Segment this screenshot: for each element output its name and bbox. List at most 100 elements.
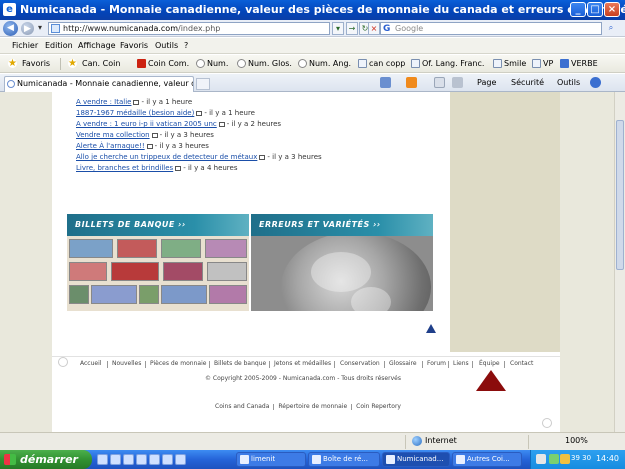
- forward-button[interactable]: ▶: [21, 22, 34, 35]
- status-bar: Internet 100%: [0, 432, 625, 450]
- footer-link-liens[interactable]: Liens: [453, 360, 469, 367]
- globe-icon: [237, 59, 246, 68]
- banknote-image: [117, 239, 157, 258]
- mail-icon[interactable]: [434, 77, 445, 88]
- external-link-icon: [196, 110, 203, 116]
- footer-link-billets[interactable]: Billets de banque: [214, 360, 266, 367]
- task-numicanada[interactable]: Numicanad...: [382, 452, 450, 467]
- footer-link-nouvelles[interactable]: Nouvelles: [112, 360, 141, 367]
- favorite-verbe[interactable]: VERBE: [560, 58, 598, 71]
- vertical-scrollbar[interactable]: [614, 92, 625, 432]
- back-button[interactable]: ◀: [3, 21, 18, 36]
- window-title: Numicanada - Monnaie canadienne, valeur …: [20, 3, 625, 16]
- quicklaunch-icon[interactable]: [136, 454, 147, 465]
- tab-numicanada[interactable]: Numicanada - Monnaie canadienne, valeur …: [4, 76, 194, 92]
- corner-decoration-icon: [58, 357, 68, 367]
- rss-icon[interactable]: [406, 77, 417, 88]
- address-bar: ◀ ▶ ▾ http://www.numicanada.com/index.ph…: [0, 20, 625, 37]
- footer-link-pieces[interactable]: Pièces de monnaie: [150, 360, 206, 367]
- banknote-image: [163, 262, 203, 281]
- favorites-button[interactable]: ★ Favoris: [8, 58, 50, 71]
- menu-affichage[interactable]: Affichage: [78, 41, 116, 50]
- banknotes-banner[interactable]: BILLETS DE BANQUE ››: [67, 214, 249, 311]
- minimize-button[interactable]: _: [570, 2, 586, 17]
- favorite-num-ang[interactable]: Num. Ang.: [298, 58, 351, 71]
- external-link-icon: [175, 165, 182, 171]
- link-coins-and-canada[interactable]: Coins and Canada: [215, 403, 269, 410]
- print-icon[interactable]: [452, 77, 463, 88]
- favorite-smile[interactable]: Smile: [493, 58, 526, 71]
- go-icon[interactable]: →: [346, 22, 358, 35]
- post-link[interactable]: 1887-1967 médaille (besion aide): [76, 109, 194, 117]
- search-icon[interactable]: ⌕: [605, 22, 617, 35]
- task-autres-coins[interactable]: Autres Coi...: [452, 452, 522, 467]
- favorite-vp[interactable]: VP: [532, 58, 553, 71]
- footer-link-equipe[interactable]: Équipe: [479, 360, 500, 367]
- favorite-of-lang-franc[interactable]: Of. Lang. Franc.: [411, 58, 484, 71]
- quicklaunch-icon[interactable]: [123, 454, 134, 465]
- footer-link-contact[interactable]: Contact: [510, 360, 533, 367]
- post-link[interactable]: A vendre : 1 euro i-p ii vatican 2005 un…: [76, 120, 217, 128]
- post-link[interactable]: Vendre ma collection: [76, 131, 150, 139]
- menu-favoris[interactable]: Favoris: [120, 41, 148, 50]
- list-item: Livre, branches et brindilles - il y a 4 …: [76, 164, 238, 172]
- start-button[interactable]: démarrer: [0, 450, 92, 469]
- home-icon[interactable]: [380, 77, 391, 88]
- link-repertoire[interactable]: Répertoire de monnaie: [278, 403, 347, 410]
- maximize-button[interactable]: □: [587, 2, 603, 17]
- quicklaunch-icon[interactable]: [110, 454, 121, 465]
- history-dropdown-icon[interactable]: ▾: [35, 22, 45, 35]
- errors-varieties-banner[interactable]: ERREURS ET VARIÉTÉS ››: [251, 214, 433, 311]
- security-menu-button[interactable]: Sécurité: [511, 78, 544, 87]
- task-boite-de-reception[interactable]: Boîte de ré...: [308, 452, 380, 467]
- task-limenit[interactable]: limenit: [236, 452, 306, 467]
- tray-icon[interactable]: [536, 454, 546, 464]
- footer-link-jetons[interactable]: Jetons et médailles: [274, 360, 331, 367]
- globe-icon: [412, 436, 422, 446]
- address-dropdown-icon[interactable]: ▾: [332, 22, 344, 35]
- post-link[interactable]: A vendre : Italie: [76, 98, 131, 106]
- menu-help[interactable]: ?: [184, 41, 188, 50]
- menu-edition[interactable]: Edition: [45, 41, 73, 50]
- zoom-level[interactable]: 100%: [565, 436, 588, 445]
- footer-link-accueil[interactable]: Accueil: [80, 360, 101, 367]
- favorite-can-coin[interactable]: ★ Can. Coin: [68, 58, 120, 71]
- footer-link-forum[interactable]: Forum: [427, 360, 446, 367]
- scrollbar-thumb[interactable]: [616, 120, 624, 270]
- tools-menu-button[interactable]: Outils: [557, 78, 580, 87]
- quicklaunch-icon[interactable]: [97, 454, 108, 465]
- favorite-can-copp[interactable]: can copp: [358, 58, 405, 71]
- favorite-num-glos[interactable]: Num. Glos.: [237, 58, 292, 71]
- search-input[interactable]: G Google: [380, 22, 602, 35]
- new-tab-button[interactable]: [196, 78, 210, 90]
- menu-outils[interactable]: Outils: [155, 41, 178, 50]
- quicklaunch-icon[interactable]: [149, 454, 160, 465]
- banknote-image: [139, 285, 159, 304]
- clock[interactable]: 14:40: [596, 454, 619, 463]
- footer-link-glossaire[interactable]: Glossaire: [389, 360, 417, 367]
- ie-icon: [456, 455, 465, 464]
- favorite-num[interactable]: Num.: [196, 58, 228, 71]
- help-icon[interactable]: [590, 77, 601, 88]
- page-menu-button[interactable]: Page: [477, 78, 496, 87]
- post-link[interactable]: Alerte À l'arnaque!!: [76, 142, 145, 150]
- link-coin-repertory[interactable]: Coin Repertory: [356, 403, 401, 410]
- close-button[interactable]: ×: [604, 2, 620, 17]
- tray-icon[interactable]: [560, 454, 570, 464]
- url-input[interactable]: http://www.numicanada.com/index.php: [48, 22, 330, 35]
- menu-fichier[interactable]: Fichier: [12, 41, 38, 50]
- back-to-top-arrow-icon[interactable]: [426, 324, 436, 333]
- tray-icon[interactable]: [549, 454, 559, 464]
- post-link[interactable]: Livre, branches et brindilles: [76, 164, 173, 172]
- post-link[interactable]: Allo je cherche un trippeux de detecteur…: [76, 153, 257, 161]
- footer-link-conservation[interactable]: Conservation: [340, 360, 380, 367]
- quicklaunch-icon[interactable]: [175, 454, 186, 465]
- corner-decoration-icon: [542, 418, 552, 428]
- favorite-coin-com[interactable]: Coin Com.: [137, 58, 189, 71]
- list-item: 1887-1967 médaille (besion aide) - il y a…: [76, 109, 255, 117]
- stop-icon[interactable]: ×: [368, 22, 380, 35]
- list-item: Alerte À l'arnaque!! - il y a 3 heures: [76, 142, 209, 150]
- footer-divider: [351, 403, 353, 410]
- quicklaunch-icon[interactable]: [162, 454, 173, 465]
- windows-taskbar: démarrer limenit Boîte de ré... Numicana…: [0, 450, 625, 469]
